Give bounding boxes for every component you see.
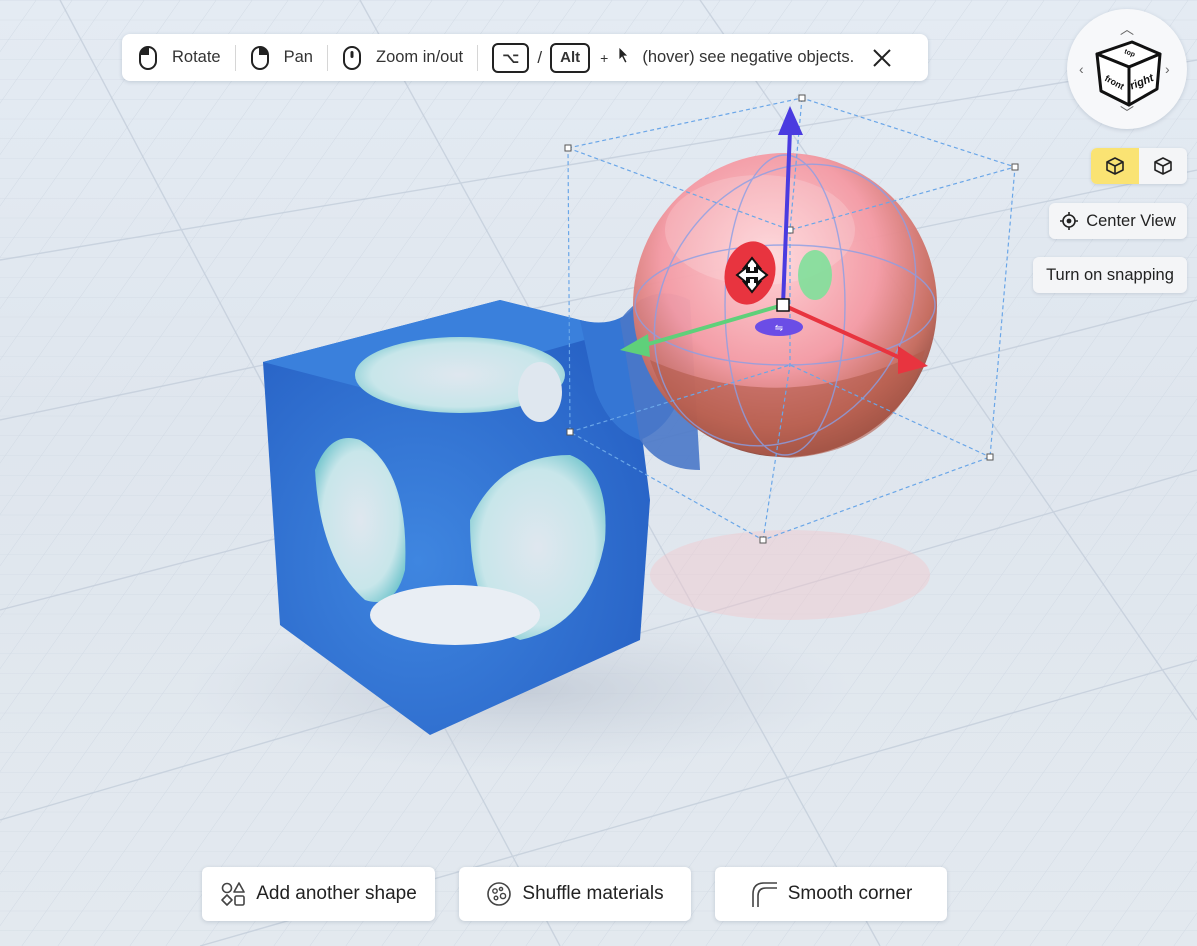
hint-zoom: Zoom in/out (342, 45, 463, 71)
shuffle-materials-button[interactable]: Shuffle materials (459, 867, 691, 921)
option-key: ⌥ (492, 42, 530, 73)
add-shape-label: Add another shape (256, 883, 417, 904)
divider (326, 44, 328, 71)
solid-view-icon (1106, 157, 1124, 175)
divider (234, 44, 236, 71)
plus-sign: + (600, 49, 609, 66)
snapping-label: Turn on snapping (1046, 265, 1174, 284)
mouse-scroll-icon (342, 45, 362, 71)
view-mode-toggle[interactable] (1091, 148, 1187, 184)
svg-text:⇋: ⇋ (775, 323, 783, 334)
crosshair-icon (1060, 212, 1079, 230)
mouse-right-click-icon (250, 45, 270, 71)
controls-hint-bar: Rotate Pan Zoom in/out ⌥ / Alt + (hover)… (122, 34, 928, 81)
hint-rotate: Rotate (138, 45, 221, 71)
gizmo-center (776, 298, 790, 312)
mouse-left-click-icon (138, 45, 158, 71)
close-icon[interactable] (872, 48, 892, 68)
hint-pan: Pan (250, 45, 313, 71)
key-separator: / (537, 47, 543, 67)
sphere-shadow (650, 530, 930, 620)
shuffle-materials-label: Shuffle materials (522, 883, 664, 904)
divider (477, 44, 479, 71)
navigation-cube[interactable]: ︿ ﹀ ‹ › top front right (1067, 9, 1187, 129)
smooth-corner-button[interactable]: Smooth corner (715, 867, 947, 921)
center-view-label: Center View (1086, 211, 1176, 230)
palette-icon (487, 882, 512, 906)
add-shape-button[interactable]: Add another shape (202, 867, 435, 921)
snapping-toggle-button[interactable]: Turn on snapping (1033, 257, 1187, 293)
pan-label: Pan (283, 48, 313, 66)
shapes-icon (221, 882, 246, 906)
smooth-corner-label: Smooth corner (787, 883, 913, 904)
center-view-button[interactable]: Center View (1049, 203, 1187, 239)
3d-viewport[interactable]: ⇋ (0, 0, 1197, 946)
solid-view-button[interactable] (1091, 148, 1139, 184)
cursor-pointer-icon (618, 46, 630, 69)
zoom-label: Zoom in/out (375, 48, 464, 66)
rotate-label: Rotate (172, 48, 221, 66)
wireframe-view-button[interactable] (1139, 148, 1187, 184)
view-cube-icon[interactable]: top front right (1067, 9, 1187, 129)
wireframe-view-icon (1154, 157, 1172, 175)
hover-hint-text: (hover) see negative objects. (642, 48, 855, 66)
alt-key: Alt (550, 42, 591, 73)
plane-move-handle (798, 250, 832, 300)
rounded-corner-icon (751, 882, 777, 907)
